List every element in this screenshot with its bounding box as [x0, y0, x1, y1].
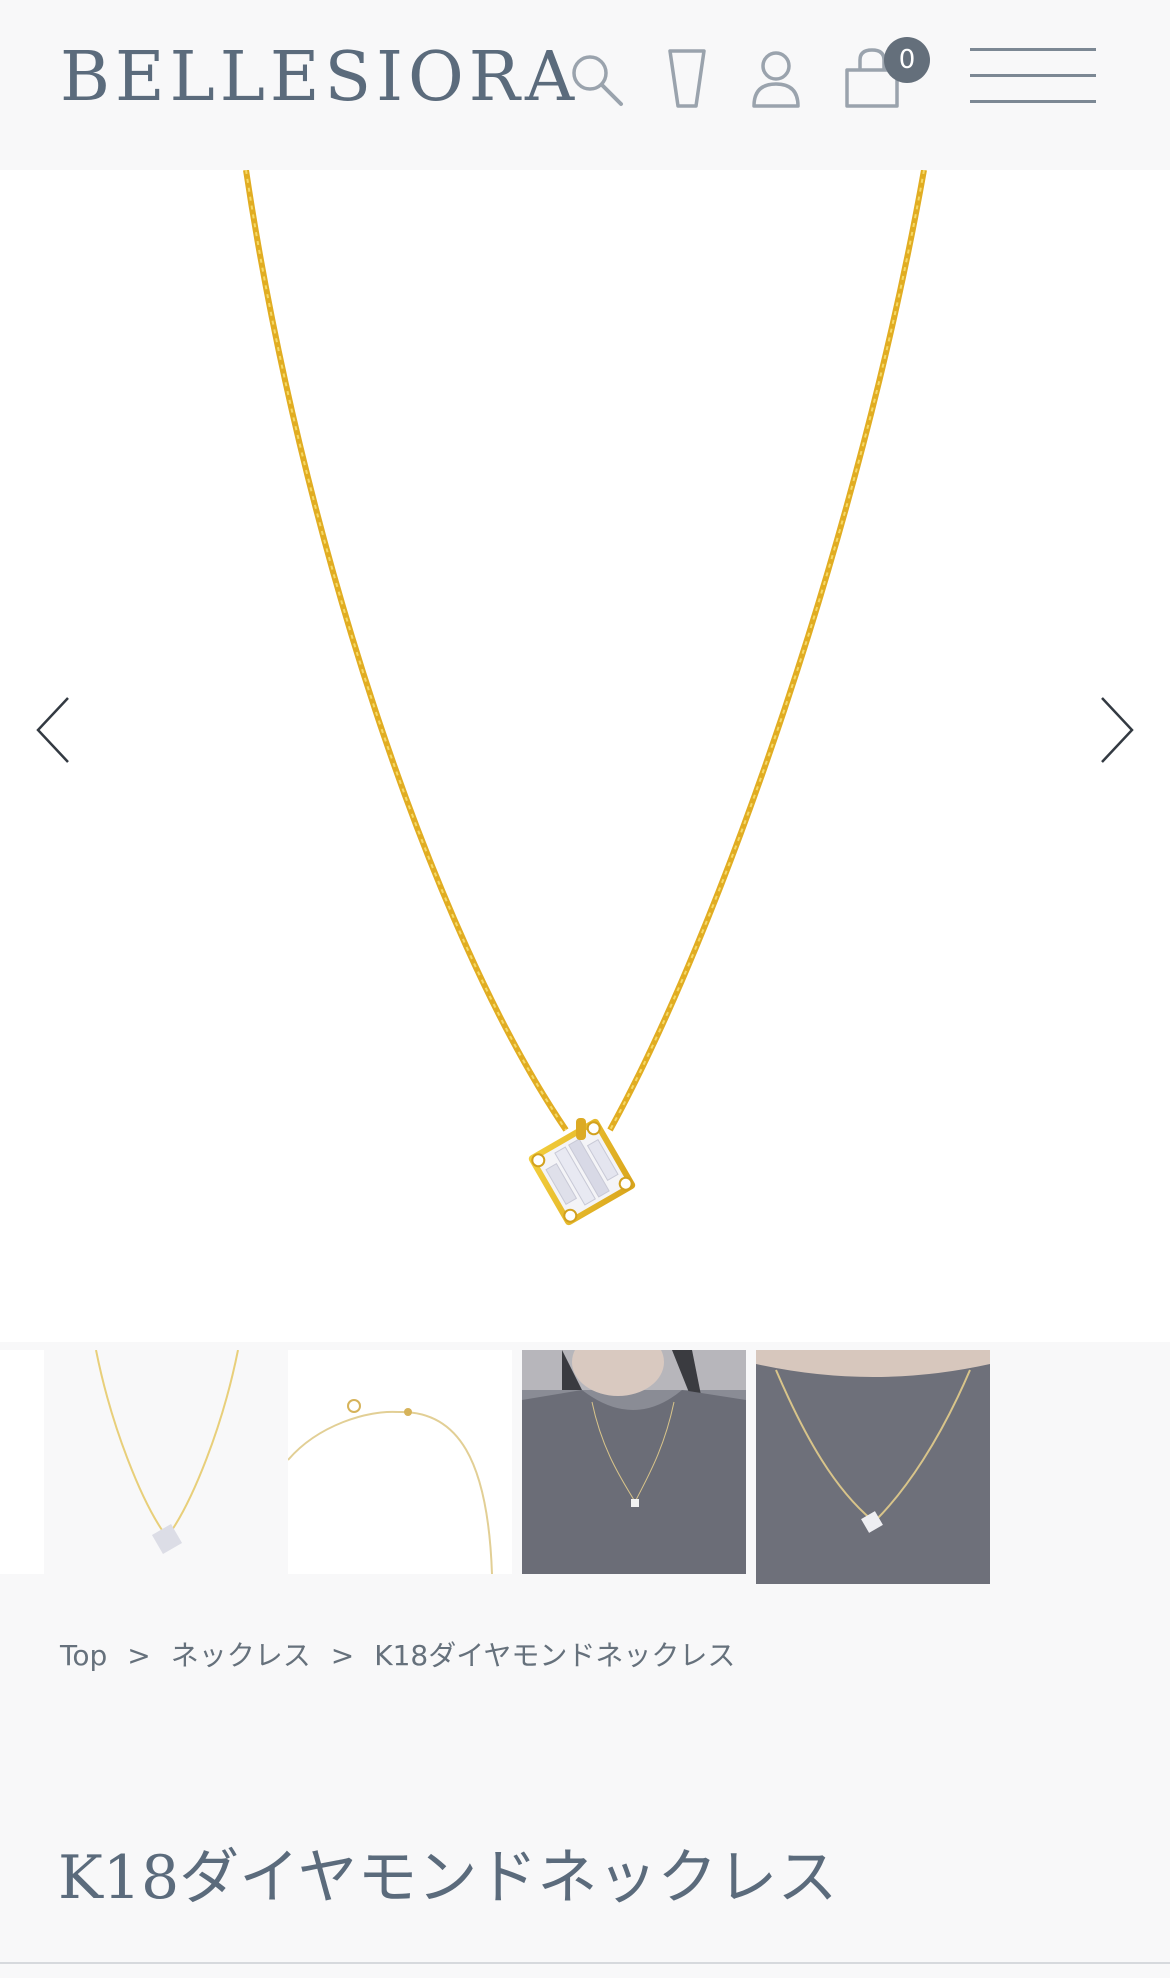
- next-image-arrow[interactable]: [1094, 690, 1140, 770]
- search-icon[interactable]: [566, 46, 626, 112]
- brand-logo[interactable]: BELLESIORA: [60, 38, 579, 118]
- menu-line: [970, 48, 1096, 51]
- thumbnail-closeup-model[interactable]: [756, 1350, 990, 1584]
- breadcrumb-item-necklace[interactable]: ネックレス: [171, 1639, 311, 1672]
- menu-line: [970, 74, 1096, 77]
- divider: [0, 1962, 1170, 1964]
- product-title: K18ダイヤモンドネックレス: [58, 1843, 838, 1913]
- thumbnail-model-wearing[interactable]: [522, 1350, 746, 1574]
- thumbnail-partial[interactable]: [0, 1350, 44, 1574]
- breadcrumb: Top > ネックレス > K18ダイヤモンドネックレス: [60, 1634, 735, 1678]
- breadcrumb-separator: >: [330, 1639, 355, 1672]
- main-product-image[interactable]: [0, 170, 1170, 1342]
- thumbnail-strip: [0, 1342, 1170, 1592]
- breadcrumb-item-current: K18ダイヤモンドネックレス: [374, 1639, 736, 1672]
- previous-image-arrow[interactable]: [30, 690, 76, 770]
- menu-line: [970, 100, 1096, 103]
- cart-count-badge: 0: [884, 37, 930, 83]
- product-page: BELLESIORA 0 Top > ネックレス > K18ダイヤモンドネックレ…: [0, 0, 1170, 1978]
- breadcrumb-item-top[interactable]: Top: [60, 1639, 107, 1672]
- menu-button[interactable]: [970, 44, 1096, 106]
- breadcrumb-separator: >: [127, 1639, 151, 1672]
- account-icon[interactable]: [746, 46, 806, 112]
- thumbnail-clasp-detail[interactable]: [288, 1350, 512, 1574]
- wishlist-icon[interactable]: [657, 46, 717, 112]
- necklace-image: [243, 170, 927, 1226]
- thumbnail-front-view[interactable]: [52, 1350, 276, 1574]
- site-header: BELLESIORA 0: [0, 0, 1170, 170]
